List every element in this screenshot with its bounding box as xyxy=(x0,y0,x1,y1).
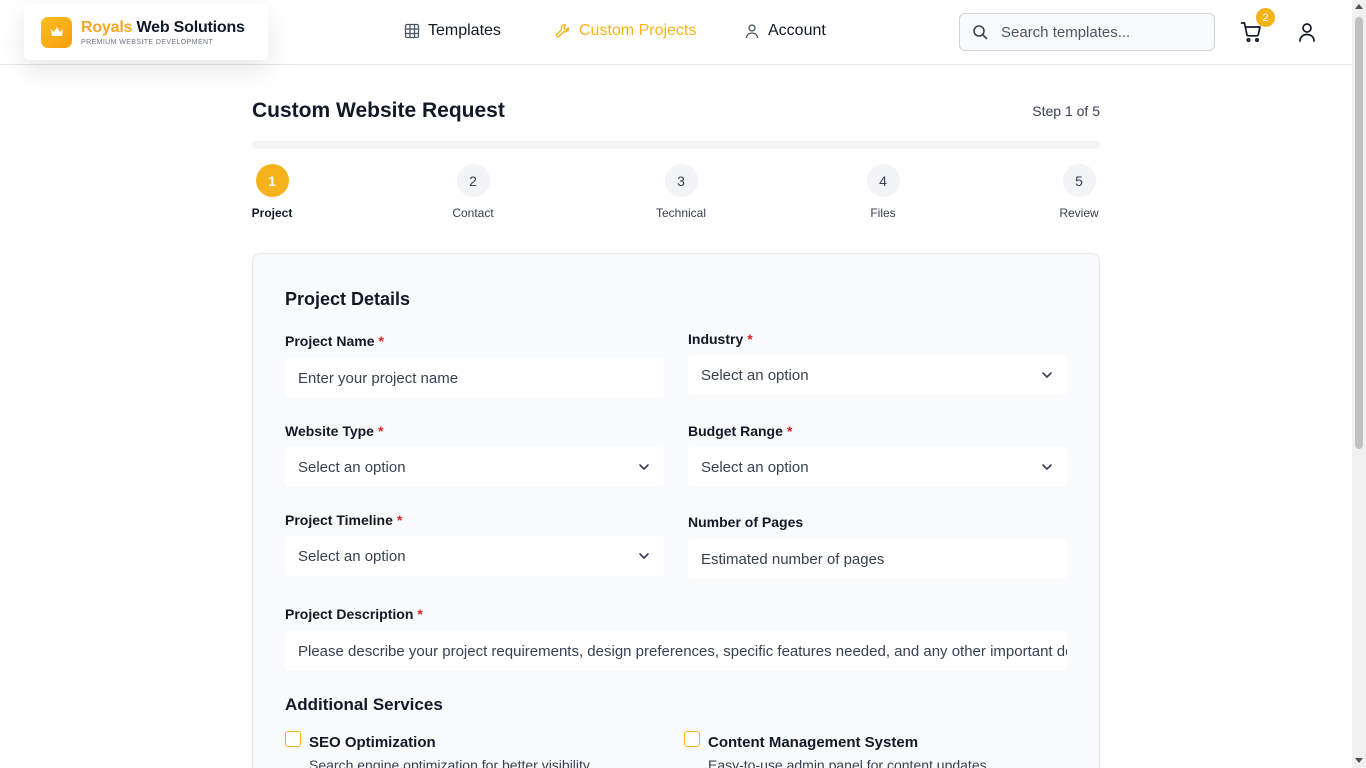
step-project[interactable]: 1 Project xyxy=(232,164,312,220)
step-number: 3 xyxy=(664,164,698,197)
budget-range-value: Select an option xyxy=(701,458,809,476)
project-name-field[interactable] xyxy=(285,358,664,398)
page-scrollbar[interactable] xyxy=(1352,0,1366,768)
chevron-down-icon xyxy=(1042,372,1052,378)
step-files[interactable]: 4 Files xyxy=(843,164,923,220)
chevron-down-icon xyxy=(639,464,649,470)
nav-custom-projects-label: Custom Projects xyxy=(579,22,697,39)
step-label: Project xyxy=(251,206,293,220)
brand-tagline: PREMIUM WEBSITE DEVELOPMENT xyxy=(81,38,214,46)
website-type-label: Website Type * xyxy=(285,423,384,439)
cms-description: Easy-to-use admin panel for content upda… xyxy=(708,757,987,768)
top-header: Royals Web Solutions PREMIUM WEBSITE DEV… xyxy=(0,0,1352,65)
search-input[interactable] xyxy=(1001,23,1201,41)
step-indicator: Step 1 of 5 xyxy=(1032,103,1100,119)
page-title: Custom Website Request xyxy=(252,99,505,122)
budget-range-select[interactable]: Select an option xyxy=(688,447,1067,487)
project-description-field[interactable] xyxy=(285,631,1067,671)
step-number: 1 xyxy=(255,164,289,197)
brand-logo[interactable]: Royals Web Solutions PREMIUM WEBSITE DEV… xyxy=(24,4,268,60)
step-label: Contact xyxy=(452,206,494,220)
project-timeline-label: Project Timeline * xyxy=(285,512,403,528)
step-review[interactable]: 5 Review xyxy=(1039,164,1119,220)
project-timeline-select[interactable]: Select an option xyxy=(285,536,664,576)
nav-custom-projects[interactable]: Custom Projects xyxy=(555,22,696,40)
seo-optimization-description: Search engine optimization for better vi… xyxy=(309,757,590,768)
project-name-input[interactable] xyxy=(298,369,664,387)
profile-icon[interactable] xyxy=(1297,22,1317,42)
brand-text: Royals Web Solutions PREMIUM WEBSITE DEV… xyxy=(81,19,245,46)
step-label: Files xyxy=(870,206,896,220)
scroll-down-arrow-icon[interactable] xyxy=(1355,758,1363,763)
step-technical[interactable]: 3 Technical xyxy=(641,164,721,220)
budget-range-label: Budget Range * xyxy=(688,423,793,439)
wrench-icon xyxy=(555,24,570,38)
scroll-thumb[interactable] xyxy=(1355,17,1363,449)
user-icon xyxy=(745,24,759,39)
project-description-input[interactable] xyxy=(298,642,1067,660)
website-type-value: Select an option xyxy=(298,458,406,476)
nav-templates-label: Templates xyxy=(428,22,501,39)
cms-label: Content Management System xyxy=(708,734,919,751)
project-description-label: Project Description * xyxy=(285,606,423,622)
industry-select[interactable]: Select an option xyxy=(688,355,1067,395)
step-number: 4 xyxy=(866,164,900,197)
nav-templates[interactable]: Templates xyxy=(404,22,501,40)
chevron-down-icon xyxy=(639,553,649,559)
project-timeline-value: Select an option xyxy=(298,547,406,565)
step-contact[interactable]: 2 Contact xyxy=(433,164,513,220)
project-details-card xyxy=(252,253,1100,768)
number-of-pages-label: Number of Pages xyxy=(688,514,804,530)
section-title-additional-services: Additional Services xyxy=(285,695,443,714)
progress-bar xyxy=(252,141,1100,149)
chevron-down-icon xyxy=(1042,464,1052,470)
number-of-pages-input[interactable] xyxy=(701,550,1067,568)
brand-name: Royals Web Solutions xyxy=(81,18,245,36)
number-of-pages-field[interactable] xyxy=(688,539,1067,579)
industry-value: Select an option xyxy=(701,366,809,384)
nav-account-label: Account xyxy=(768,22,826,39)
step-label: Review xyxy=(1059,206,1099,220)
seo-optimization-checkbox[interactable] xyxy=(285,731,301,747)
crown-icon xyxy=(41,16,72,48)
cart-count-badge: 2 xyxy=(1256,8,1275,27)
step-label: Technical xyxy=(655,206,707,220)
section-title-project-details: Project Details xyxy=(285,289,411,309)
search-icon xyxy=(973,25,988,40)
scroll-up-arrow-icon[interactable] xyxy=(1355,4,1363,9)
grid-icon xyxy=(404,23,420,39)
cms-checkbox[interactable] xyxy=(684,731,700,747)
project-name-label: Project Name * xyxy=(285,333,384,349)
step-number: 2 xyxy=(456,164,490,197)
search-box xyxy=(959,13,1215,51)
website-type-select[interactable]: Select an option xyxy=(285,447,664,487)
nav-account[interactable]: Account xyxy=(744,22,826,40)
seo-optimization-label: SEO Optimization xyxy=(309,734,436,751)
step-number: 5 xyxy=(1062,164,1096,197)
industry-label: Industry * xyxy=(688,331,753,347)
